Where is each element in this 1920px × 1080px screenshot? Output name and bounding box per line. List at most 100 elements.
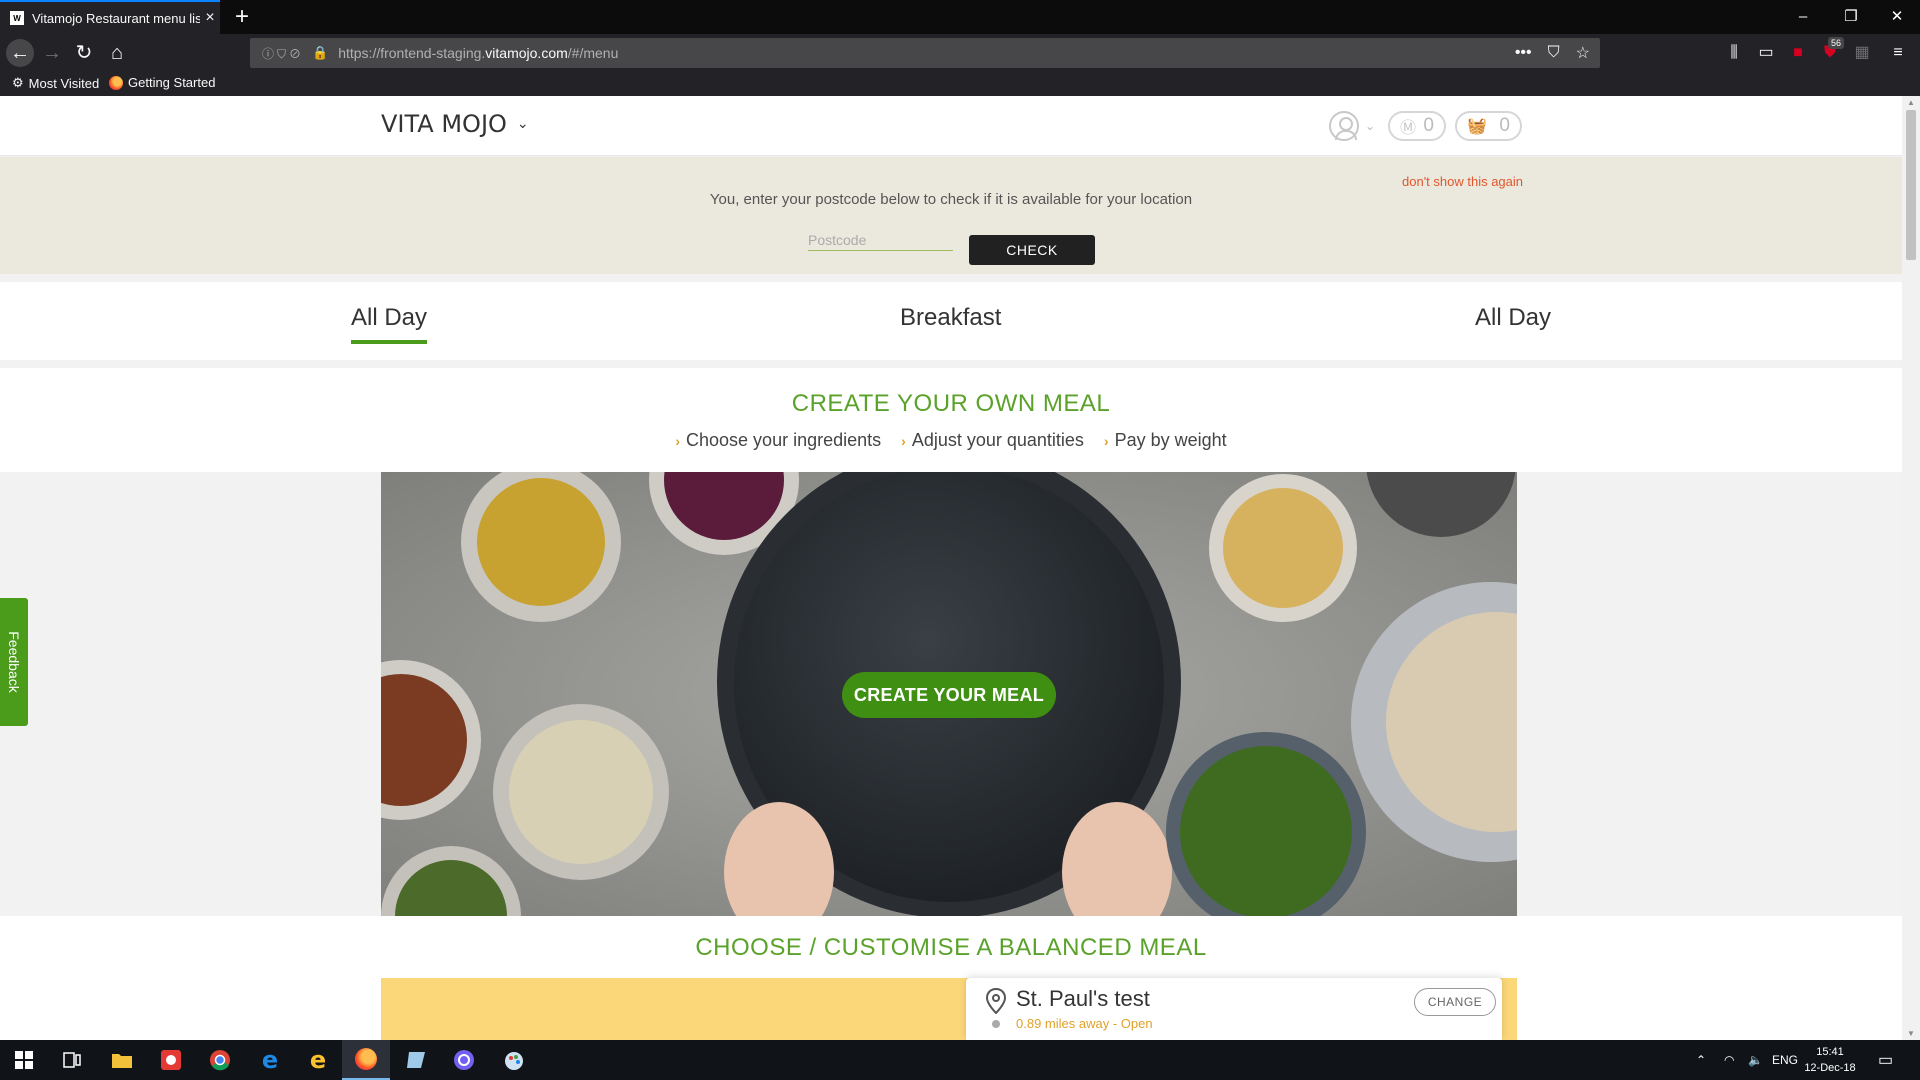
site-header: VITA MOJO ⌄ ⌄ Ⓜ 0 🧺 0 xyxy=(0,96,1902,156)
step-label: Choose your ingredients xyxy=(686,430,882,450)
page-viewport: VITA MOJO ⌄ ⌄ Ⓜ 0 🧺 0 don't show this ag… xyxy=(0,96,1902,1040)
change-location-button[interactable]: CHANGE xyxy=(1414,988,1496,1016)
clock[interactable]: 15:41 12-Dec-18 xyxy=(1790,1044,1870,1076)
step-item: › Choose your ingredients xyxy=(675,430,881,451)
edge-icon: e xyxy=(261,1046,279,1074)
page-actions-icon[interactable]: ••• xyxy=(1515,44,1532,62)
tab-bar: W Vitamojo Restaurant menu list × + – ❐ … xyxy=(0,0,1920,34)
task-view-icon xyxy=(63,1052,81,1068)
notepad-icon xyxy=(407,1052,425,1068)
library-icon[interactable]: ⫼ xyxy=(1720,39,1748,67)
minimize-window-button[interactable]: – xyxy=(1780,0,1826,34)
notifications-icon[interactable]: ▭ xyxy=(1878,1040,1893,1080)
postcode-input[interactable] xyxy=(808,229,953,251)
menu-icon[interactable]: ≡ xyxy=(1884,39,1912,67)
hero-image: CREATE YOUR MEAL xyxy=(381,472,1517,916)
bookmark-getting-started[interactable]: Getting Started xyxy=(109,75,215,90)
tab-all-day[interactable]: All Day xyxy=(351,304,428,344)
sidebar-icon[interactable]: ▭ xyxy=(1752,39,1780,67)
bookmark-star-icon[interactable]: ☆ xyxy=(1576,43,1590,63)
scroll-up-icon[interactable]: ▲ xyxy=(1902,98,1920,107)
site-logo[interactable]: VITA MOJO ⌄ xyxy=(381,110,529,138)
scroll-down-icon[interactable]: ▼ xyxy=(1902,1029,1920,1038)
feedback-tab[interactable]: Feedback xyxy=(0,598,28,726)
status-dot xyxy=(992,1020,1000,1028)
edge-button[interactable]: e xyxy=(246,1040,294,1080)
extension-badge: 56 xyxy=(1828,37,1845,49)
step-item: › Adjust your quantities xyxy=(901,430,1084,451)
chevron-down-icon: ⌄ xyxy=(516,116,529,132)
reload-button[interactable]: ↻ xyxy=(70,39,98,67)
viber-button[interactable] xyxy=(440,1040,488,1080)
mojo-points-button[interactable]: Ⓜ 0 xyxy=(1388,111,1446,141)
basket-button[interactable]: 🧺 0 xyxy=(1455,111,1522,141)
internet-explorer-button[interactable]: e xyxy=(294,1040,342,1080)
page-scrollbar[interactable]: ▲ ▼ xyxy=(1902,96,1920,1040)
banner-message: You, enter your postcode below to check … xyxy=(709,191,1193,208)
task-view-button[interactable] xyxy=(48,1040,96,1080)
mojo-points-count: 0 xyxy=(1423,115,1434,136)
url-host: vitamojo.com xyxy=(485,45,568,61)
menu-tabs: All Day Breakfast All Day xyxy=(0,282,1902,360)
tab-all-day-2[interactable]: All Day xyxy=(1475,304,1551,340)
lock-icon: 🔒 xyxy=(312,45,329,60)
site-info-icon[interactable]: ⓘ⛉⊘ xyxy=(262,45,304,62)
windows-taskbar: e e ⌃ ◠ 🔈 ENG 15:41 12-Dec-18 ▭ xyxy=(0,1040,1920,1080)
url-bar[interactable]: ⓘ⛉⊘ 🔒 https://frontend-staging. vitamojo.… xyxy=(250,38,1600,68)
file-explorer-button[interactable] xyxy=(98,1040,146,1080)
scrollbar-thumb[interactable] xyxy=(1906,110,1916,260)
new-tab-button[interactable]: + xyxy=(228,3,256,31)
close-window-button[interactable]: ✕ xyxy=(1874,0,1920,34)
back-button[interactable]: ← xyxy=(6,39,34,67)
clock-date: 12-Dec-18 xyxy=(1804,1062,1856,1074)
bookmark-label: Most Visited xyxy=(28,75,100,91)
chrome-icon xyxy=(210,1050,230,1071)
chevron-down-icon: ⌄ xyxy=(1365,119,1376,133)
chevron-right-icon: › xyxy=(901,432,906,449)
extension-grid-icon[interactable]: ▦ xyxy=(1848,39,1876,67)
volume-icon[interactable]: 🔈 xyxy=(1748,1040,1763,1080)
user-icon xyxy=(1329,111,1359,141)
step-item: › Pay by weight xyxy=(1104,430,1227,451)
ie-icon: e xyxy=(309,1046,327,1074)
site-favicon-icon: W xyxy=(10,11,24,25)
location-card: St. Paul's test 0.89 miles away - Open C… xyxy=(966,978,1502,1040)
section-title: CHOOSE / CUSTOMISE A BALANCED MEAL xyxy=(695,934,1207,961)
create-your-meal-button[interactable]: CREATE YOUR MEAL xyxy=(842,672,1056,718)
bookmarks-bar: ⚙ Most Visited Getting Started xyxy=(0,72,1920,96)
forward-button[interactable]: → xyxy=(38,39,66,67)
app-button[interactable] xyxy=(147,1040,195,1080)
wifi-icon[interactable]: ◠ xyxy=(1724,1040,1734,1080)
pocket-icon[interactable]: ⛉ xyxy=(1548,44,1560,62)
logo-text: VITA MOJO xyxy=(381,110,507,138)
basket-count: 0 xyxy=(1499,115,1510,136)
paint-button[interactable] xyxy=(490,1040,538,1080)
postcode-banner: don't show this again You, enter your po… xyxy=(0,157,1902,274)
map-pin-icon xyxy=(986,988,1006,1014)
red-app-icon xyxy=(161,1050,181,1070)
tab-breakfast[interactable]: Breakfast xyxy=(900,304,1001,340)
navigation-bar: ← → ↻ ⌂ ⓘ⛉⊘ 🔒 https://frontend-staging. v… xyxy=(0,34,1920,72)
feedback-label: Feedback xyxy=(6,631,22,693)
firefox-taskbar-button[interactable] xyxy=(342,1040,390,1080)
home-button[interactable]: ⌂ xyxy=(103,39,131,67)
firefox-icon xyxy=(109,75,123,90)
create-meal-section: CREATE YOUR OWN MEAL › Choose your ingred… xyxy=(0,368,1902,472)
chevron-right-icon: › xyxy=(675,432,681,449)
browser-tab[interactable]: W Vitamojo Restaurant menu list × xyxy=(0,0,220,34)
close-tab-icon[interactable]: × xyxy=(200,9,220,27)
chrome-button[interactable] xyxy=(196,1040,244,1080)
section-title: CREATE YOUR OWN MEAL xyxy=(791,390,1111,417)
extension-icon[interactable]: ■ xyxy=(1784,39,1812,67)
bookmark-most-visited[interactable]: ⚙ Most Visited xyxy=(12,75,99,91)
account-menu[interactable]: ⌄ xyxy=(1329,111,1375,141)
step-label: Adjust your quantities xyxy=(911,430,1084,450)
check-button[interactable]: CHECK xyxy=(969,235,1095,265)
restore-window-button[interactable]: ❐ xyxy=(1828,0,1874,34)
start-button[interactable] xyxy=(0,1040,48,1080)
notes-button[interactable] xyxy=(392,1040,440,1080)
mojo-icon: Ⓜ xyxy=(1400,120,1417,137)
viber-icon xyxy=(454,1050,474,1070)
dont-show-again-link[interactable]: don't show this again xyxy=(1402,174,1523,189)
tray-expand-icon[interactable]: ⌃ xyxy=(1696,1040,1706,1080)
